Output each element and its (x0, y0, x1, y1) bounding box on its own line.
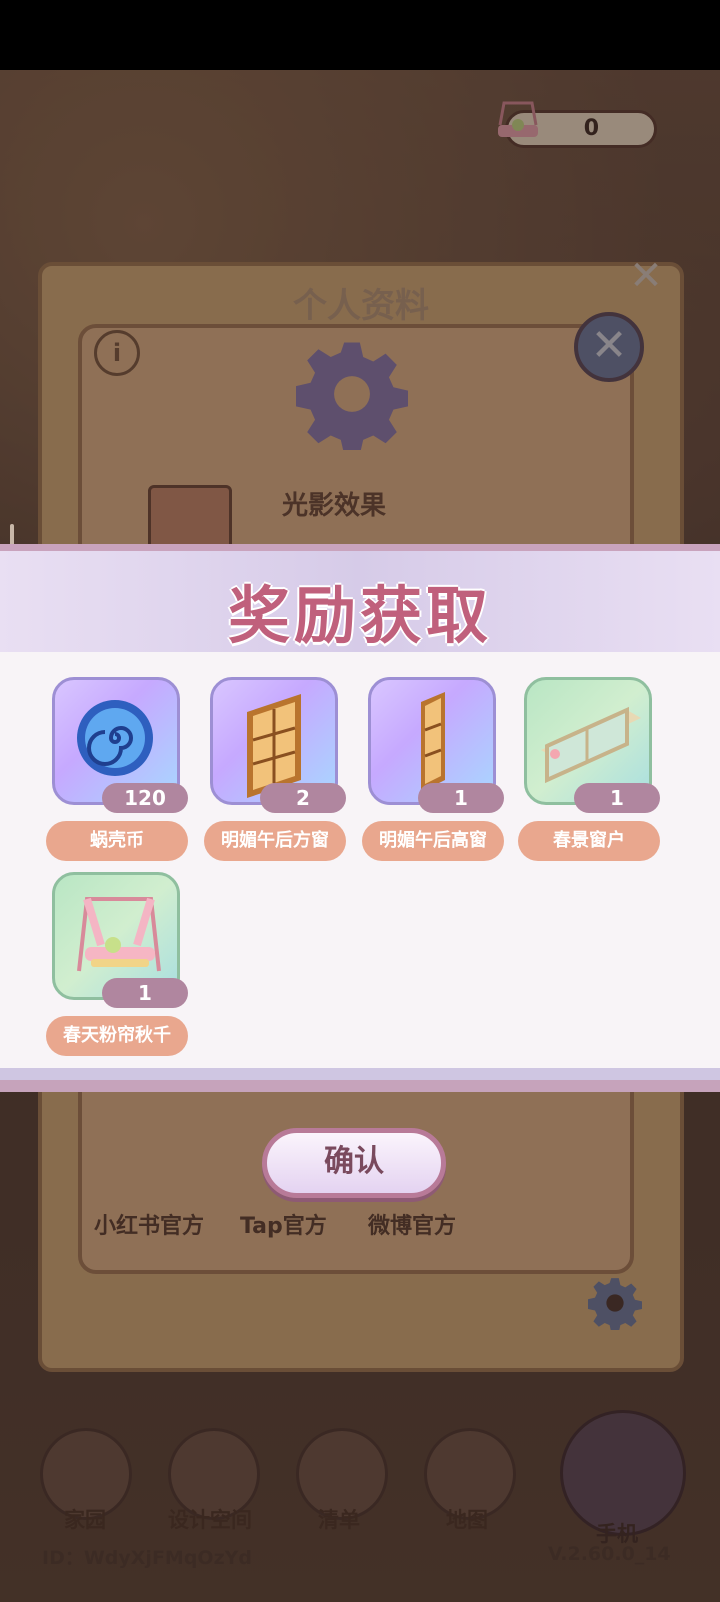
item-name: 春天粉帘秋千 (46, 1016, 188, 1056)
item-name: 明媚午后方窗 (204, 821, 346, 861)
reward-panel: 120 蜗壳币 2 明媚午后方窗 1 明媚午后高窗 1 春景窗户 1 春天粉帘秋… (0, 652, 720, 1068)
item-name: 蜗壳币 (46, 821, 188, 861)
item-name: 明媚午后高窗 (362, 821, 504, 861)
item-count: 1 (102, 978, 188, 1008)
reward-item[interactable]: 1 明媚午后高窗 (362, 677, 504, 867)
item-name: 春景窗户 (518, 821, 660, 861)
status-bar (0, 0, 720, 70)
item-count: 1 (574, 783, 660, 813)
confirm-button[interactable]: 确认 (262, 1128, 446, 1198)
reward-item[interactable]: 120 蜗壳币 (46, 677, 188, 867)
item-count: 120 (102, 783, 188, 813)
reward-title: 奖励获取 (227, 579, 492, 652)
reward-header: 奖励获取 (0, 544, 720, 652)
reward-bottom-edge (0, 1068, 720, 1092)
reward-item[interactable]: 1 春天粉帘秋千 (46, 872, 188, 1062)
item-count: 1 (418, 783, 504, 813)
reward-item[interactable]: 1 春景窗户 (518, 677, 660, 867)
reward-item[interactable]: 2 明媚午后方窗 (204, 677, 346, 867)
item-count: 2 (260, 783, 346, 813)
